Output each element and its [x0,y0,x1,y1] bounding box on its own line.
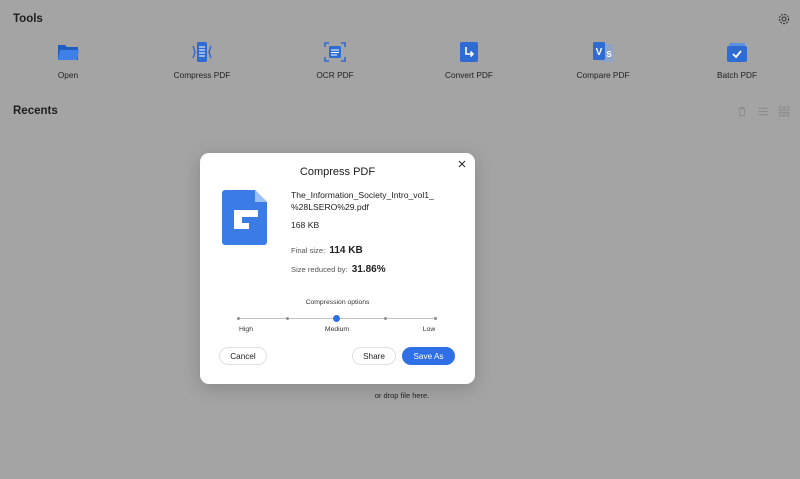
final-size-value: 114 KB [329,245,363,256]
tool-label: Batch PDF [716,70,758,80]
dialog-title: Compress PDF [299,166,376,178]
slider-thumb[interactable] [333,315,340,322]
tool-batch-pdf[interactable]: Batch PDF [687,40,787,80]
tool-compress-pdf[interactable]: Compress PDF [152,40,252,80]
pdf-document-icon [222,190,267,245]
recents-toolbar [736,106,790,117]
slider-label-medium: Medium [324,326,350,333]
open-folder-icon [58,45,79,60]
grid-view-icon[interactable] [778,106,790,117]
svg-text:S: S [606,50,612,59]
convert-pdf-icon [460,42,478,62]
final-size-label: Final size: [291,246,326,255]
file-name: The_Information_Society_Intro_vol1_ %28L… [291,190,434,212]
compress-pdf-icon [192,42,212,62]
compare-pdf-icon: V S [593,42,613,62]
recents-title: Recents [13,105,58,117]
slider-label-high: High [239,326,253,333]
compression-slider[interactable] [236,313,437,325]
slider-tick [236,317,240,320]
drop-file-hint: or drop file here. [374,391,430,400]
size-reduced-value: 31.86% [351,264,386,275]
batch-pdf-icon [727,43,747,62]
tools-title: Tools [13,13,43,25]
save-as-button[interactable]: Save As [402,347,455,365]
pdf-tools-app: Tools Open Compress PDF OCR PDF Convert … [0,0,800,479]
slider-tick [285,317,289,320]
slider-tick [433,317,437,320]
close-icon[interactable] [456,158,468,170]
tool-convert-pdf[interactable]: Convert PDF [419,40,519,80]
tool-label: Convert PDF [445,70,493,80]
tool-label: Compress PDF [173,70,231,80]
original-file-size: 168 KB [291,220,320,230]
tool-open[interactable]: Open [18,40,118,80]
tool-compare-pdf[interactable]: V S Compare PDF [553,40,653,80]
share-button[interactable]: Share [352,347,396,365]
cancel-button[interactable]: Cancel [219,347,267,365]
compress-pdf-dialog: Compress PDF The_Information_Society_Int… [200,153,475,384]
tool-ocr-pdf[interactable]: OCR PDF [285,40,385,80]
slider-label-low: Low [422,326,436,333]
final-size: Final size: 114 KB [291,245,363,256]
slider-tick [384,317,388,320]
tool-label: Compare PDF [576,70,630,80]
tool-label: Open [57,70,79,80]
ocr-pdf-icon [324,42,346,62]
tool-label: OCR PDF [316,70,354,80]
size-reduced-label: Size reduced by: [291,265,348,274]
svg-text:V: V [596,47,603,58]
compression-options-title: Compression options [305,299,370,306]
settings-icon[interactable] [778,13,790,25]
trash-icon[interactable] [736,106,748,117]
list-view-icon[interactable] [757,106,769,117]
size-reduced: Size reduced by: 31.86% [291,264,386,275]
